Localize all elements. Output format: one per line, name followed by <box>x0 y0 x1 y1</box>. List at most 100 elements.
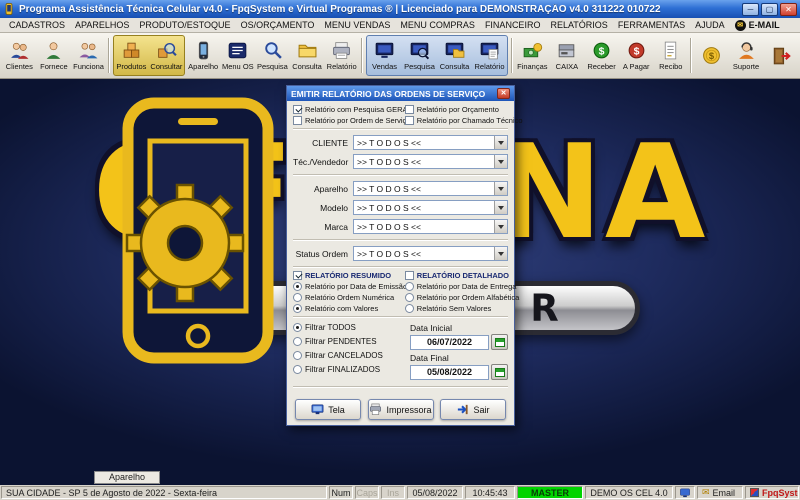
minimize-icon[interactable]: ─ <box>742 2 759 16</box>
chevron-down-icon[interactable] <box>494 155 507 168</box>
menu-aparelhos[interactable]: APARELHOS <box>70 20 134 30</box>
menu-cadastros[interactable]: CADASTROS <box>4 20 70 30</box>
divider <box>293 316 508 318</box>
checkbox-icon <box>293 105 302 114</box>
products-icon <box>123 42 140 58</box>
marca-select-row: Marca >> T O D O S << <box>293 219 508 234</box>
checkbox-resumido[interactable]: RELATÓRIO RESUMIDO <box>293 271 405 280</box>
menu-relatorios[interactable]: RELATÓRIOS <box>545 20 612 30</box>
radio-data-entrega[interactable]: Relatório por Data de Entrega <box>404 282 516 291</box>
status-location: SUA CIDADE - SP 5 de Agosto de 2022 - Se… <box>1 486 327 499</box>
toolbar-pesquisa-os-button[interactable]: Pesquisa <box>255 34 290 77</box>
marca-select[interactable]: >> T O D O S << <box>353 219 508 234</box>
dialog-close-icon[interactable]: ✕ <box>497 88 510 99</box>
toolbar-recibo-button[interactable]: Recibo <box>654 34 689 77</box>
toolbar-consultar-produtos-button[interactable]: Consultar <box>149 36 184 75</box>
toolbar-relatorio-vendas-button[interactable]: Relatório <box>472 36 507 75</box>
data-inicial-field[interactable]: 06/07/2022 <box>410 334 489 350</box>
tela-button[interactable]: Tela <box>295 399 361 420</box>
radio-filtrar-finalizados[interactable]: Filtrar FINALIZADOS <box>293 365 410 374</box>
suppliers-icon <box>47 42 61 59</box>
toolbar-clientes-button[interactable]: Clientes <box>2 34 37 77</box>
toolbar-caixa-button[interactable]: CAIXA <box>550 34 585 77</box>
status-monitor-panel <box>675 486 695 499</box>
menu-email[interactable]: ✉ E-MAIL <box>730 19 785 31</box>
checkbox-icon <box>404 116 414 125</box>
sair-button[interactable]: Sair <box>440 399 506 420</box>
cliente-select[interactable]: >> T O D O S << <box>353 135 508 150</box>
toolbar-pesquisa-vendas-button[interactable]: Pesquisa <box>402 36 437 75</box>
radio-icon <box>404 282 414 291</box>
chevron-down-icon[interactable] <box>494 247 507 260</box>
toolbar-fornecedores-button[interactable]: Fornece <box>37 34 72 77</box>
printer-icon <box>370 403 382 415</box>
radio-com-valores[interactable]: Relatório com Valores <box>293 304 405 313</box>
chevron-down-icon[interactable] <box>494 220 507 233</box>
radio-filtrar-todos[interactable]: Filtrar TODOS <box>293 323 410 332</box>
menu-produto-estoque[interactable]: PRODUTO/ESTOQUE <box>134 20 235 30</box>
data-final-label: Data Final <box>410 353 449 363</box>
toolbar-financas-button[interactable]: Finanças <box>515 34 550 77</box>
dialog-body: Relatório com Pesquisa GERAL Relatório p… <box>287 101 523 425</box>
menu-ferramentas[interactable]: FERRAMENTAS <box>613 20 690 30</box>
toolbar-label: Pesquisa <box>404 62 435 71</box>
radio-data-emissao[interactable]: Relatório por Data de Emissão <box>293 282 407 291</box>
menu-ajuda[interactable]: AJUDA <box>690 20 730 30</box>
toolbar-apagar-button[interactable]: $ A Pagar <box>619 34 654 77</box>
chevron-down-icon[interactable] <box>494 136 507 149</box>
menu-os-orcamento[interactable]: OS/ORÇAMENTO <box>236 20 320 30</box>
menu-financeiro[interactable]: FINANCEIRO <box>480 20 546 30</box>
chevron-down-icon[interactable] <box>494 201 507 214</box>
payables-icon: $ <box>628 42 645 59</box>
radio-filtrar-pendentes[interactable]: Filtrar PENDENTES <box>293 337 410 346</box>
radio-filtrar-cancelados[interactable]: Filtrar CANCELADOS <box>293 351 410 360</box>
calendar-button[interactable] <box>491 334 508 350</box>
data-inicial-label: Data Inicial <box>410 323 453 333</box>
divider <box>293 174 508 176</box>
chevron-down-icon[interactable] <box>494 182 507 195</box>
checkbox-por-ordem-servico[interactable]: Relatório por Ordem de Serviço <box>293 116 410 125</box>
menu-vendas[interactable]: MENU VENDAS <box>319 20 395 30</box>
aparelho-select[interactable]: >> T O D O S << <box>353 181 508 196</box>
checkbox-pesquisa-geral[interactable]: Relatório com Pesquisa GERAL <box>293 105 412 114</box>
toolbar-vendas-button[interactable]: Vendas <box>367 36 402 75</box>
status-email-panel[interactable]: ✉ Email <box>697 486 743 499</box>
toolbar-consulta-os-button[interactable]: Consulta <box>290 34 325 77</box>
toolbar-label: Clientes <box>5 62 33 71</box>
toolbar-moedas-button[interactable]: $ <box>694 34 729 77</box>
checkbox-por-chamado-tecnico[interactable]: Relatório por Chamado Técnico <box>404 116 523 125</box>
toolbar-receber-button[interactable]: $ Receber <box>584 34 619 77</box>
radio-ordem-numerica[interactable]: Relatório Ordem Numérica <box>293 293 405 302</box>
toolbar-produtos-button[interactable]: Produtos <box>114 36 149 75</box>
toolbar-label: A Pagar <box>622 62 650 71</box>
data-final-field[interactable]: 05/08/2022 <box>410 364 489 380</box>
checkbox-detalhado[interactable]: RELATÓRIO DETALHADO <box>404 271 509 280</box>
status-ordem-select[interactable]: >> T O D O S << <box>353 246 508 261</box>
toolbar-menu-os-button[interactable]: Menu OS <box>221 34 256 77</box>
close-icon[interactable]: ✕ <box>780 2 797 16</box>
maximize-icon[interactable]: ▢ <box>761 2 778 16</box>
radio-sem-valores[interactable]: Relatório Sem Valores <box>404 304 508 313</box>
tecnico-select[interactable]: >> T O D O S << <box>353 154 508 169</box>
calendar-button[interactable] <box>491 364 508 380</box>
status-ordem-label: Status Ordem <box>295 248 348 259</box>
modelo-select[interactable]: >> T O D O S << <box>353 200 508 215</box>
exit-arrow-icon <box>458 404 469 415</box>
radio-ordem-alfabetica[interactable]: Relatório por Ordem Alfabética <box>404 293 519 302</box>
toolbar-funcionarios-button[interactable]: Funciona <box>71 34 106 77</box>
toolbar-aparelho-button[interactable]: Aparelho <box>186 34 221 77</box>
toolbar-suporte-button[interactable]: Suporte <box>729 34 764 77</box>
toolbar-consulta-vendas-button[interactable]: Consulta <box>437 36 472 75</box>
checkbox-por-orcamento[interactable]: Relatório por Orçamento <box>404 105 508 114</box>
impressora-button[interactable]: Impressora <box>367 399 434 420</box>
sales-search-icon <box>410 42 430 60</box>
toolbar-relatorio-os-button[interactable]: Relatório <box>324 34 359 77</box>
exit-icon <box>773 47 791 64</box>
coins-icon: $ <box>703 46 720 64</box>
menu-compras[interactable]: MENU COMPRAS <box>395 20 480 30</box>
modelo-select-row: Modelo >> T O D O S << <box>293 200 508 215</box>
toolbar-sair-button[interactable] <box>763 34 798 77</box>
modelo-value: >> T O D O S << <box>357 202 421 213</box>
sales-query-icon <box>445 42 465 58</box>
filter-section: Filtrar TODOS Filtrar PENDENTES Filtrar … <box>293 323 508 383</box>
